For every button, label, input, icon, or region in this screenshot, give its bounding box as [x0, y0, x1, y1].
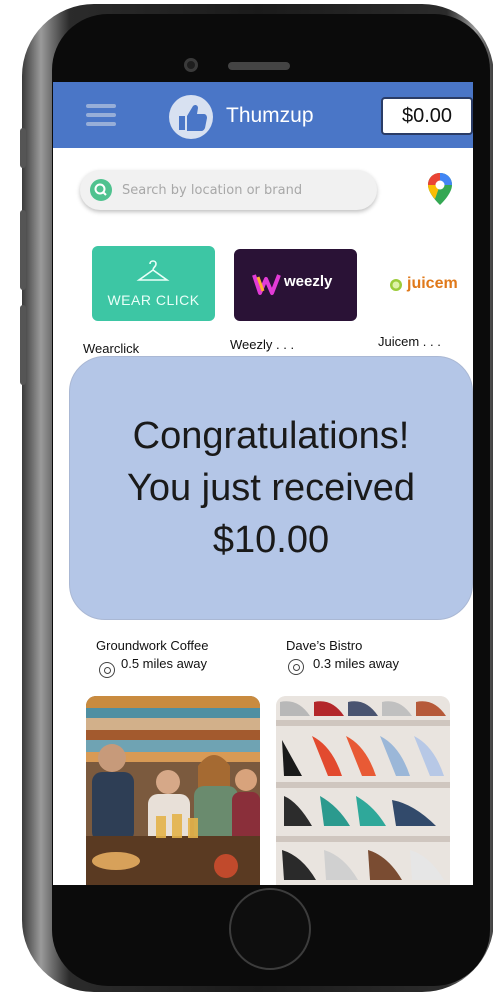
place-distance-groundwork: 0.5 miles away [121, 656, 207, 671]
location-icon [288, 659, 304, 675]
thumbs-up-icon [169, 95, 213, 139]
lime-icon [390, 279, 402, 291]
place-name-daves-bistro: Dave’s Bistro [286, 638, 363, 653]
search-input[interactable] [122, 170, 362, 210]
app-title: Thumzup [226, 104, 314, 127]
brand-card-wearclick[interactable]: WEAR CLICK [92, 246, 215, 321]
place-photo-groundwork[interactable] [86, 696, 260, 885]
brand-card-weezly[interactable]: weezly [234, 249, 357, 321]
place-name-groundwork: Groundwork Coffee [96, 638, 209, 653]
volume-up-button [20, 210, 26, 290]
menu-icon[interactable] [86, 104, 116, 126]
juicem-logo-text: juicem [407, 275, 458, 292]
mute-switch [20, 128, 26, 168]
volume-down-button [20, 305, 26, 385]
congrats-popup[interactable]: Congratulations! You just received $10.0… [69, 356, 473, 620]
brand-label-juicem: Juicem . . . [378, 334, 441, 349]
earpiece-speaker [228, 62, 290, 70]
brand-label-weezly: Weezly . . . [230, 337, 295, 352]
search-bar[interactable] [80, 170, 377, 210]
place-distance-daves-bistro: 0.3 miles away [313, 656, 399, 671]
app-screen: Thumzup $0.00 WEAR CLICK weezly [53, 82, 473, 885]
weezly-logo-icon [252, 274, 281, 295]
search-icon [90, 179, 112, 201]
location-icon [99, 662, 115, 678]
brand-card-juicem[interactable]: juicem [385, 269, 473, 299]
map-pin-icon[interactable] [427, 172, 453, 206]
congrats-message: You just received [126, 467, 415, 509]
app-header: Thumzup $0.00 [53, 82, 473, 148]
hanger-icon [136, 260, 170, 281]
front-camera [184, 58, 198, 72]
weezly-logo-text: weezly [284, 273, 333, 290]
congrats-amount: $10.00 [212, 519, 330, 561]
wearclick-logo-text: WEAR CLICK [107, 292, 200, 308]
brand-label-wearclick: Wearclick [83, 341, 140, 356]
place-photo-daves-bistro[interactable] [276, 696, 450, 885]
home-button[interactable] [229, 888, 311, 970]
congrats-title: Congratulations! [132, 415, 410, 457]
wallet-balance-button[interactable]: $0.00 [381, 97, 473, 135]
